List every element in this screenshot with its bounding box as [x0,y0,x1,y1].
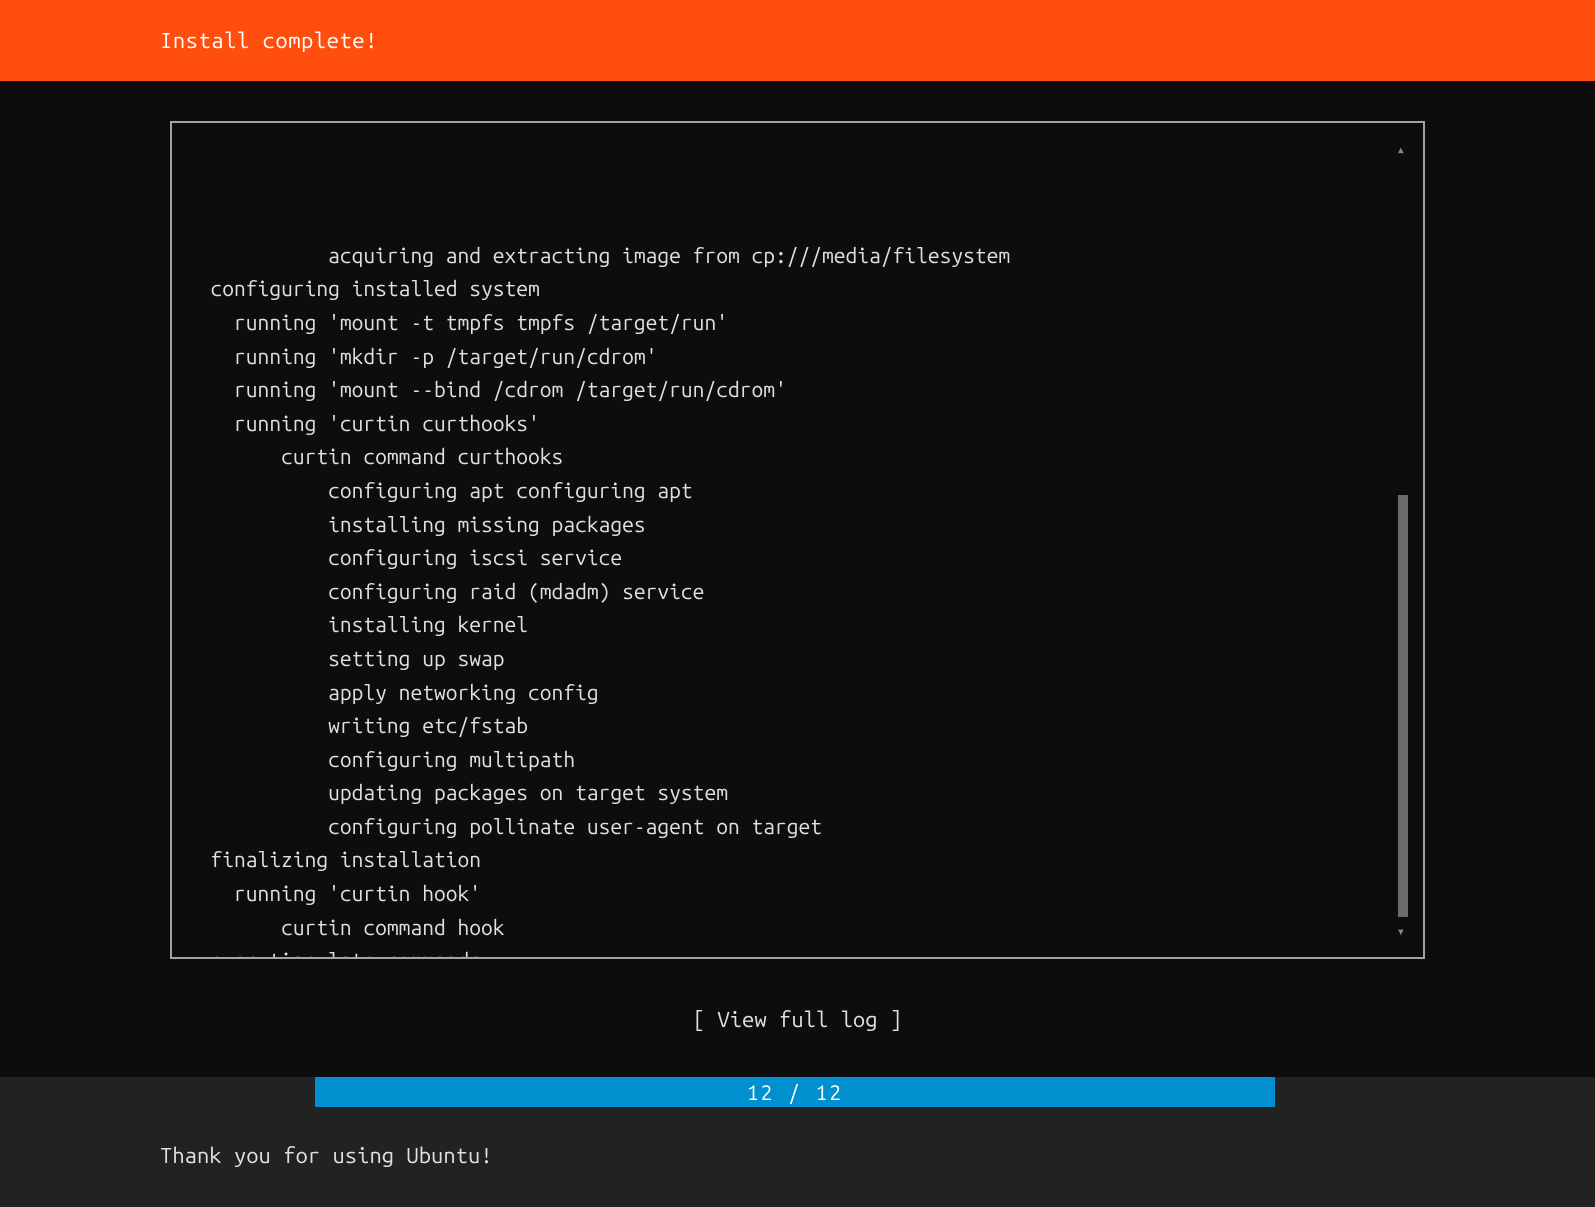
install-log-content: acquiring and extracting image from cp:/… [187,239,1403,959]
log-line: running 'mount --bind /cdrom /target/run… [187,373,1403,407]
footer-area: 12 / 12 Thank you for using Ubuntu! [0,1077,1595,1207]
view-full-log-row: [ View full log ] [170,1007,1425,1032]
log-line: installing missing packages [187,508,1403,542]
log-line: installing kernel [187,608,1403,642]
scrollbar-track[interactable] [1398,163,1408,917]
log-line: running 'curtin curthooks' [187,407,1403,441]
install-log-box: ▴ acquiring and extracting image from cp… [170,121,1425,959]
log-line: apply networking config [187,676,1403,710]
log-line: configuring pollinate user-agent on targ… [187,810,1403,844]
scrollbar-thumb[interactable] [1398,495,1408,917]
log-line: running 'mount -t tmpfs tmpfs /target/ru… [187,306,1403,340]
progress-bar: 12 / 12 [315,1077,1275,1107]
log-line: configuring iscsi service [187,541,1403,575]
progress-label: 12 / 12 [747,1080,843,1104]
log-line: setting up swap [187,642,1403,676]
log-line: executing late commands [187,944,1403,959]
log-line: running 'mkdir -p /target/run/cdrom' [187,340,1403,374]
log-line: configuring multipath [187,743,1403,777]
scroll-up-icon[interactable]: ▴ [1397,138,1405,160]
log-line: finalizing installation [187,843,1403,877]
log-line: running 'curtin hook' [187,877,1403,911]
log-line: configuring raid (mdadm) service [187,575,1403,609]
log-line: curtin command curthooks [187,440,1403,474]
log-line: writing etc/fstab [187,709,1403,743]
view-full-log-button[interactable]: [ View full log ] [693,1007,902,1032]
page-title: Install complete! [160,28,378,53]
footer-text: Thank you for using Ubuntu! [0,1107,1595,1168]
log-line: configuring apt configuring apt [187,474,1403,508]
log-line: configuring installed system [187,272,1403,306]
log-line: curtin command hook [187,911,1403,945]
scroll-down-icon[interactable]: ▾ [1397,920,1405,942]
log-line: updating packages on target system [187,776,1403,810]
main-content: ▴ acquiring and extracting image from cp… [0,81,1595,1032]
installer-header: Install complete! [0,0,1595,81]
log-line: acquiring and extracting image from cp:/… [187,239,1403,273]
